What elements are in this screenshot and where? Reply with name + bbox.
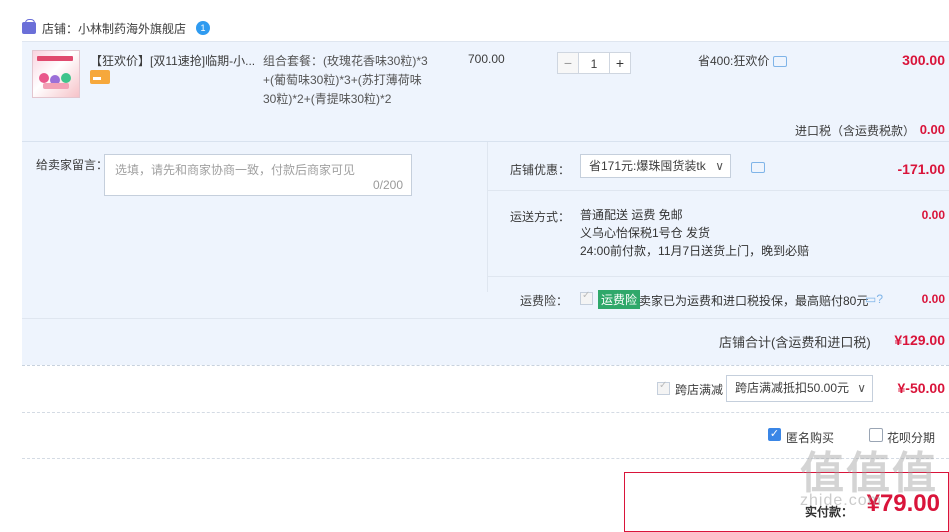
store-discount-select[interactable]: 省171元:爆珠囤货装tk ∨: [580, 154, 731, 178]
chevron-down-icon: ∨: [857, 381, 866, 395]
store-total-value: ¥129.00: [894, 332, 945, 348]
help-icon[interactable]: ▭?: [865, 292, 883, 306]
chat-bubble-icon[interactable]: [751, 162, 765, 174]
insurance-tag: 运费险: [598, 290, 641, 309]
shipping-value: 0.00: [921, 208, 945, 222]
anonymous-checkbox[interactable]: ✓: [768, 428, 781, 441]
unit-price: 700.00: [468, 52, 505, 66]
cross-store-select[interactable]: 跨店满减抵扣50.00元 ∨: [726, 375, 873, 402]
store-discount-label: 店铺优惠：: [510, 163, 571, 177]
order-options: 给卖家留言： 选填，请先和商家协商一致，付款后商家可见 0/200 店铺优惠： …: [22, 142, 949, 365]
divider: [488, 190, 949, 191]
cross-store-label: 跨店满减: [675, 383, 724, 397]
order-item-row: 【狂欢价】[双11速抢]临期-小... 组合套餐：(玫瑰花香味30粒)*3 +(…: [22, 41, 949, 143]
import-tax-value: 0.00: [919, 122, 945, 137]
product-thumbnail[interactable]: [32, 50, 80, 98]
cross-store-value: ¥-50.00: [897, 380, 945, 396]
item-total: 300.00: [902, 52, 945, 68]
divider: [22, 412, 949, 413]
product-sku: 组合套餐：(玫瑰花香味30粒)*3 +(葡萄味30粒)*3+(苏打薄荷味 30粒…: [263, 54, 428, 106]
watermark-url: zhide.com: [800, 492, 882, 509]
message-placeholder: 选填，请先和商家协商一致，付款后商家可见: [115, 163, 356, 177]
divider: [22, 318, 949, 319]
insurance-checkbox: [580, 290, 593, 305]
shop-label: 店铺：: [42, 21, 79, 36]
divider: [487, 142, 488, 292]
message-label: 给卖家留言：: [36, 158, 109, 172]
shop-icon: [22, 19, 36, 34]
credit-card-icon: [90, 70, 110, 84]
chat-bubble-icon[interactable]: [773, 56, 788, 68]
cross-store-checkbox: [657, 380, 670, 395]
divider: [488, 276, 949, 277]
shipping-details: 普通配送 运费 免邮 义乌心怡保税1号仓 发货 24:00前付款，11月7日送货…: [580, 208, 810, 258]
chevron-down-icon: ∨: [715, 159, 724, 173]
divider: [22, 365, 949, 366]
product-title[interactable]: 【狂欢价】[双11速抢]临期-小...: [90, 52, 255, 69]
insurance-text: 卖家已为运费和进口税投保，最高赔付80元: [639, 294, 869, 308]
insurance-label: 运费险：: [520, 294, 569, 308]
quantity-input[interactable]: 1: [579, 52, 609, 74]
shop-name[interactable]: 小林制药海外旗舰店: [78, 20, 186, 37]
shop-header: 店铺： 小林制药海外旗舰店 1: [22, 18, 211, 38]
increase-button[interactable]: +: [609, 52, 631, 74]
quantity-stepper: − 1 +: [557, 52, 631, 74]
saving-text: 省400:狂欢价: [698, 52, 788, 69]
store-discount-value: -171.00: [897, 161, 945, 177]
message-textarea[interactable]: 选填，请先和商家协商一致，付款后商家可见 0/200: [104, 154, 412, 196]
message-char-count: 0/200: [372, 178, 403, 192]
decrease-button[interactable]: −: [557, 52, 579, 74]
shipping-label: 运送方式：: [510, 210, 571, 224]
shop-badge-icon[interactable]: 1: [196, 21, 211, 35]
store-total-label: 店铺合计(含运费和进口税): [719, 335, 871, 350]
insurance-value: 0.00: [921, 292, 945, 306]
import-tax-label: 进口税（含运费税款）: [795, 124, 916, 138]
